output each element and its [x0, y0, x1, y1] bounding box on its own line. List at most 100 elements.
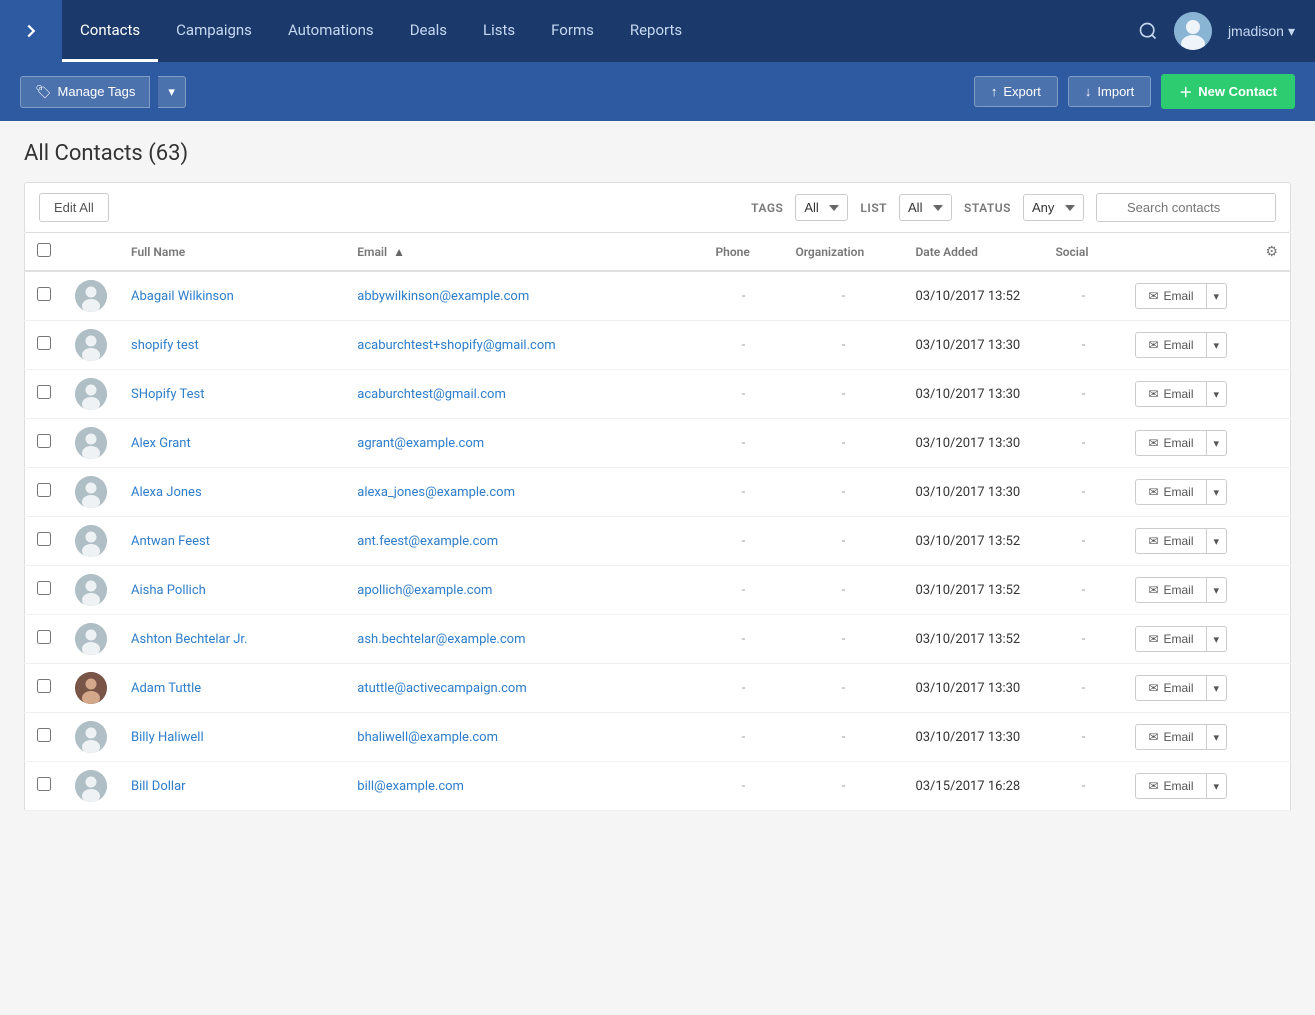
- email-action-button[interactable]: ✉ Email: [1135, 430, 1206, 456]
- th-email[interactable]: Email ▲: [345, 233, 703, 271]
- email-action-button[interactable]: ✉ Email: [1135, 577, 1206, 603]
- email-action-button[interactable]: ✉ Email: [1135, 724, 1206, 750]
- contact-email-link[interactable]: apollich@example.com: [357, 583, 492, 598]
- select-all-checkbox[interactable]: [37, 243, 51, 257]
- email-action-button[interactable]: ✉ Email: [1135, 479, 1206, 505]
- contact-email-link[interactable]: acaburchtest+shopify@gmail.com: [357, 338, 555, 353]
- tags-filter-select[interactable]: All: [795, 194, 848, 221]
- export-button[interactable]: ↑ Export: [974, 76, 1058, 107]
- email-action-dropdown-button[interactable]: ▾: [1207, 332, 1228, 358]
- row-social-cell: -: [1043, 468, 1123, 517]
- email-action-button[interactable]: ✉ Email: [1135, 675, 1206, 701]
- row-email-cell: alexa_jones@example.com: [345, 468, 703, 517]
- row-date-cell: 03/10/2017 13:52: [903, 517, 1043, 566]
- row-checkbox[interactable]: [37, 336, 51, 350]
- contact-email-link[interactable]: alexa_jones@example.com: [357, 485, 515, 500]
- row-checkbox[interactable]: [37, 385, 51, 399]
- email-action-dropdown-button[interactable]: ▾: [1207, 724, 1228, 750]
- search-contacts-input[interactable]: [1096, 193, 1276, 222]
- list-filter-select[interactable]: All: [899, 194, 952, 221]
- row-checkbox[interactable]: [37, 434, 51, 448]
- contact-name-link[interactable]: SHopify Test: [131, 387, 205, 402]
- row-checkbox-cell: [25, 566, 64, 615]
- row-name-cell: Alexa Jones: [119, 468, 345, 517]
- row-checkbox[interactable]: [37, 483, 51, 497]
- contact-email-link[interactable]: bill@example.com: [357, 779, 464, 794]
- contact-name-link[interactable]: Billy Haliwell: [131, 730, 204, 745]
- row-name-cell: SHopify Test: [119, 370, 345, 419]
- export-icon: ↑: [991, 84, 998, 99]
- row-email-cell: agrant@example.com: [345, 419, 703, 468]
- contact-name-link[interactable]: Adam Tuttle: [131, 681, 201, 696]
- import-button[interactable]: ↓ Import: [1068, 76, 1151, 107]
- status-filter-select[interactable]: Any: [1023, 194, 1084, 221]
- email-action-dropdown-button[interactable]: ▾: [1207, 626, 1228, 652]
- contact-email-link[interactable]: acaburchtest@gmail.com: [357, 387, 506, 402]
- contact-name-link[interactable]: Abagail Wilkinson: [131, 289, 234, 304]
- th-full-name[interactable]: Full Name: [119, 233, 345, 271]
- contact-email-link[interactable]: ant.feest@example.com: [357, 534, 498, 549]
- email-action-dropdown-button[interactable]: ▾: [1207, 528, 1228, 554]
- manage-tags-button[interactable]: 🏷 Manage Tags: [20, 76, 150, 108]
- row-checkbox-cell: [25, 713, 64, 762]
- email-action-dropdown-button[interactable]: ▾: [1207, 675, 1228, 701]
- table-row: Ashton Bechtelar Jr. ash.bechtelar@examp…: [25, 615, 1291, 664]
- contact-name-link[interactable]: Aisha Pollich: [131, 583, 206, 598]
- row-checkbox[interactable]: [37, 630, 51, 644]
- row-checkbox[interactable]: [37, 532, 51, 546]
- contact-name-link[interactable]: Antwan Feest: [131, 534, 210, 549]
- contact-name-link[interactable]: Alexa Jones: [131, 485, 202, 500]
- nav-link-forms[interactable]: Forms: [533, 0, 612, 62]
- contact-name-link[interactable]: Ashton Bechtelar Jr.: [131, 632, 248, 647]
- new-contact-button[interactable]: ＋ New Contact: [1161, 74, 1295, 109]
- nav-link-automations[interactable]: Automations: [270, 0, 392, 62]
- row-checkbox[interactable]: [37, 679, 51, 693]
- contact-email-link[interactable]: ash.bechtelar@example.com: [357, 632, 525, 647]
- contact-email-link[interactable]: agrant@example.com: [357, 436, 484, 451]
- nav-link-contacts[interactable]: Contacts: [62, 0, 158, 62]
- manage-tags-dropdown-button[interactable]: ▾: [158, 76, 186, 108]
- row-checkbox-cell: [25, 468, 64, 517]
- nav-links: Contacts Campaigns Automations Deals Lis…: [62, 0, 1138, 62]
- row-checkbox-cell: [25, 370, 64, 419]
- row-checkbox[interactable]: [37, 581, 51, 595]
- email-action-button[interactable]: ✉ Email: [1135, 381, 1206, 407]
- contact-name-link[interactable]: Alex Grant: [131, 436, 191, 451]
- email-label: Email: [1164, 338, 1194, 352]
- row-checkbox[interactable]: [37, 728, 51, 742]
- row-checkbox[interactable]: [37, 777, 51, 791]
- email-action-button[interactable]: ✉ Email: [1135, 626, 1206, 652]
- row-avatar-cell: [63, 271, 119, 321]
- row-checkbox[interactable]: [37, 287, 51, 301]
- row-avatar-cell: [63, 370, 119, 419]
- contact-email-link[interactable]: abbywilkinson@example.com: [357, 289, 529, 304]
- table-settings-button[interactable]: ⚙: [1265, 243, 1278, 260]
- email-action-button[interactable]: ✉ Email: [1135, 332, 1206, 358]
- email-action-dropdown-button[interactable]: ▾: [1207, 773, 1228, 799]
- user-menu-button[interactable]: jmadison ▾: [1228, 23, 1295, 40]
- email-action-dropdown-button[interactable]: ▾: [1207, 577, 1228, 603]
- avatar: [75, 280, 107, 312]
- row-avatar-cell: [63, 566, 119, 615]
- nav-link-deals[interactable]: Deals: [392, 0, 465, 62]
- nav-toggle-button[interactable]: [0, 0, 62, 62]
- contact-email-link[interactable]: bhaliwell@example.com: [357, 730, 498, 745]
- nav-link-reports[interactable]: Reports: [612, 0, 700, 62]
- search-button[interactable]: [1138, 21, 1158, 41]
- email-action-dropdown-button[interactable]: ▾: [1207, 479, 1228, 505]
- contact-email-link[interactable]: atuttle@activecampaign.com: [357, 681, 526, 696]
- contact-name-link[interactable]: Bill Dollar: [131, 779, 186, 794]
- filter-bar: Edit All TAGS All LIST All STATUS Any 🔍: [24, 182, 1291, 233]
- email-action-dropdown-button[interactable]: ▾: [1207, 430, 1228, 456]
- email-action-button[interactable]: ✉ Email: [1135, 528, 1206, 554]
- nav-link-lists[interactable]: Lists: [465, 0, 533, 62]
- row-settings-cell: [1253, 664, 1290, 713]
- nav-link-campaigns[interactable]: Campaigns: [158, 0, 270, 62]
- email-action-dropdown-button[interactable]: ▾: [1207, 381, 1228, 407]
- email-action-button[interactable]: ✉ Email: [1135, 283, 1206, 309]
- edit-all-button[interactable]: Edit All: [39, 193, 109, 222]
- email-action-dropdown-button[interactable]: ▾: [1207, 283, 1228, 309]
- email-action-button[interactable]: ✉ Email: [1135, 773, 1206, 799]
- contact-name-link[interactable]: shopify test: [131, 338, 199, 353]
- row-avatar-cell: [63, 615, 119, 664]
